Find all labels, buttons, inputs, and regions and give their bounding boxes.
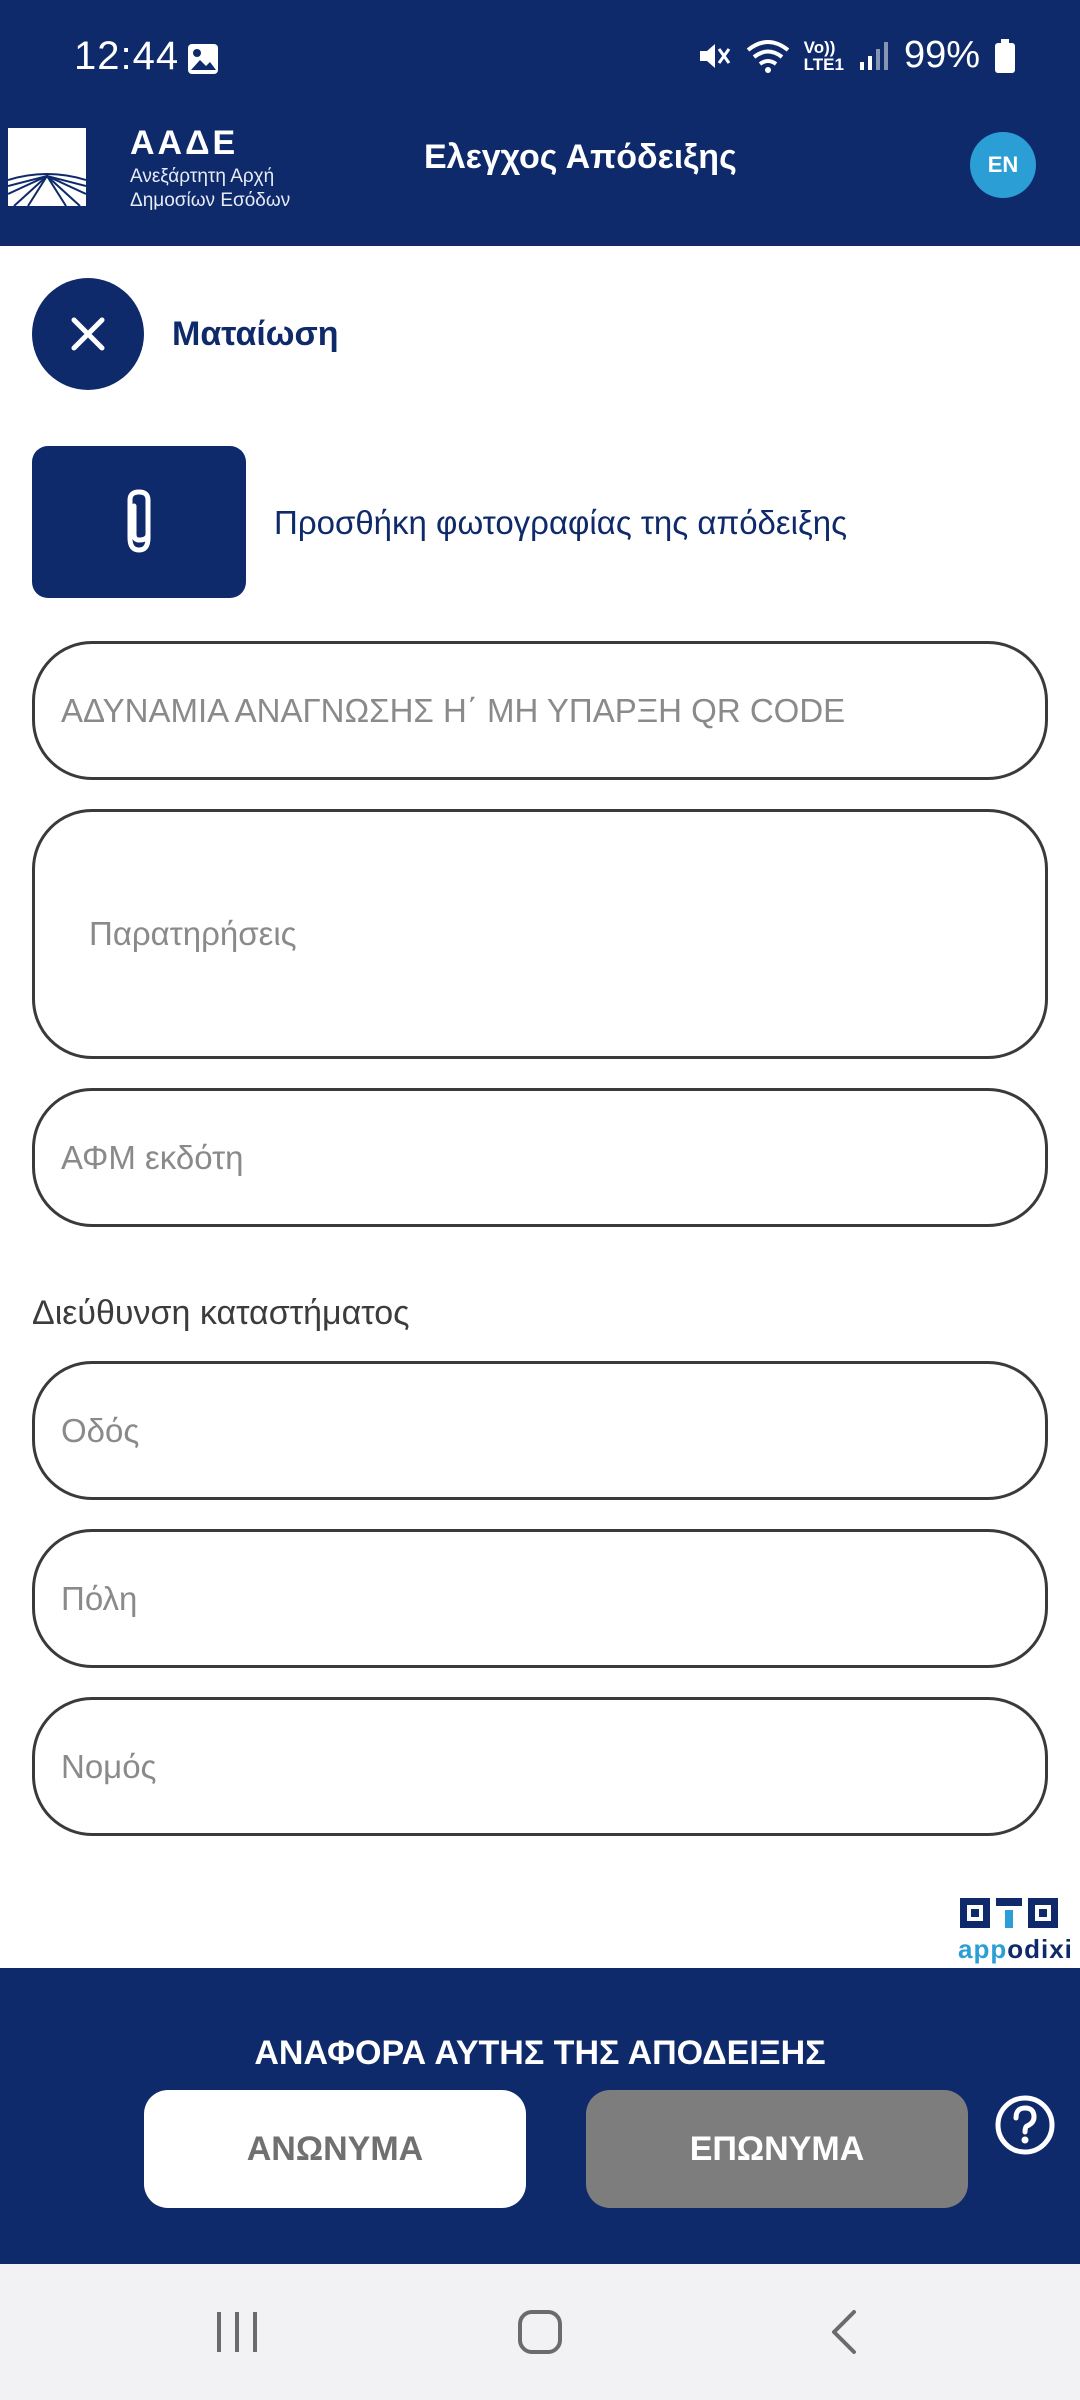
close-icon	[71, 317, 105, 351]
street-field[interactable]	[32, 1361, 1048, 1500]
help-icon[interactable]	[994, 2094, 1056, 2156]
anonymous-report-button[interactable]: ΑΝΩΝΥΜΑ	[144, 2090, 526, 2208]
street-input[interactable]	[61, 1411, 1045, 1450]
prefecture-field[interactable]	[32, 1697, 1048, 1836]
mute-icon	[699, 43, 730, 68]
image-icon	[188, 44, 218, 74]
home-icon[interactable]	[516, 2308, 564, 2356]
wifi-icon	[746, 39, 789, 73]
cancel-circle[interactable]	[32, 278, 144, 390]
attach-photo-button[interactable]	[32, 446, 246, 598]
report-title: ΑΝΑΦΟΡΑ ΑΥΤΗΣ ΤΗΣ ΑΠΟΔΕΙΞΗΣ	[254, 2034, 826, 2072]
qr-issue-field[interactable]	[32, 641, 1048, 780]
city-input[interactable]	[61, 1579, 1045, 1618]
aade-logo-icon	[8, 128, 86, 206]
language-button[interactable]: EN	[970, 132, 1036, 198]
report-panel: ΑΝΑΦΟΡΑ ΑΥΤΗΣ ΤΗΣ ΑΠΟΔΕΙΞΗΣ ΑΝΩΝΥΜΑ ΕΠΩΝ…	[0, 1968, 1080, 2264]
store-address-label: Διεύθυνση καταστήματος	[32, 1294, 410, 1332]
app-header: ΑΑΔΕ Ανεξάρτητη Αρχή Δημοσίων Εσόδων Ελε…	[0, 120, 1080, 246]
paperclip-icon	[127, 489, 151, 553]
brand-part2: odixi	[1007, 1934, 1073, 1964]
cancel-label[interactable]: Ματαίωση	[172, 315, 339, 354]
issuer-vat-input[interactable]	[61, 1138, 1045, 1177]
named-report-button[interactable]: ΕΠΩΝΥΜΑ	[586, 2090, 968, 2208]
qr-issue-input[interactable]	[61, 691, 1045, 730]
logo-abbreviation: ΑΑΔΕ	[130, 124, 239, 162]
page-title: Ελεγχος Απόδειξης	[424, 138, 737, 176]
appodixi-wordmark: appodixi	[958, 1934, 1073, 1965]
notes-field[interactable]	[32, 809, 1048, 1059]
battery-icon	[995, 38, 1015, 73]
lte-label: LTE1	[803, 54, 844, 74]
brand-part1: app	[958, 1934, 1008, 1964]
recent-apps-icon[interactable]	[214, 2308, 260, 2356]
attach-photo-label[interactable]: Προσθήκη φωτογραφίας της απόδειξης	[274, 504, 847, 542]
signal-icon	[859, 41, 888, 70]
issuer-vat-field[interactable]	[32, 1088, 1048, 1227]
battery-percent: 99%	[903, 34, 980, 76]
logo-subtitle-line2: Δημοσίων Εσόδων	[130, 190, 291, 211]
logo-subtitle-line1: Ανεξάρτητη Αρχή	[130, 166, 275, 187]
status-bar: 12:44 Vo)) LTE1 99%	[0, 0, 1080, 120]
notes-input[interactable]	[89, 915, 1045, 953]
city-field[interactable]	[32, 1529, 1048, 1668]
system-navigation-bar	[0, 2264, 1080, 2400]
status-time: 12:44	[74, 34, 180, 78]
volte-label: Vo))	[803, 37, 836, 57]
back-icon[interactable]	[824, 2308, 864, 2356]
volte-icon: Vo)) LTE1	[804, 39, 844, 73]
status-icons: Vo)) LTE1 99%	[696, 34, 1016, 77]
prefecture-input[interactable]	[61, 1747, 1045, 1786]
cancel-button[interactable]: Ματαίωση	[32, 278, 339, 390]
